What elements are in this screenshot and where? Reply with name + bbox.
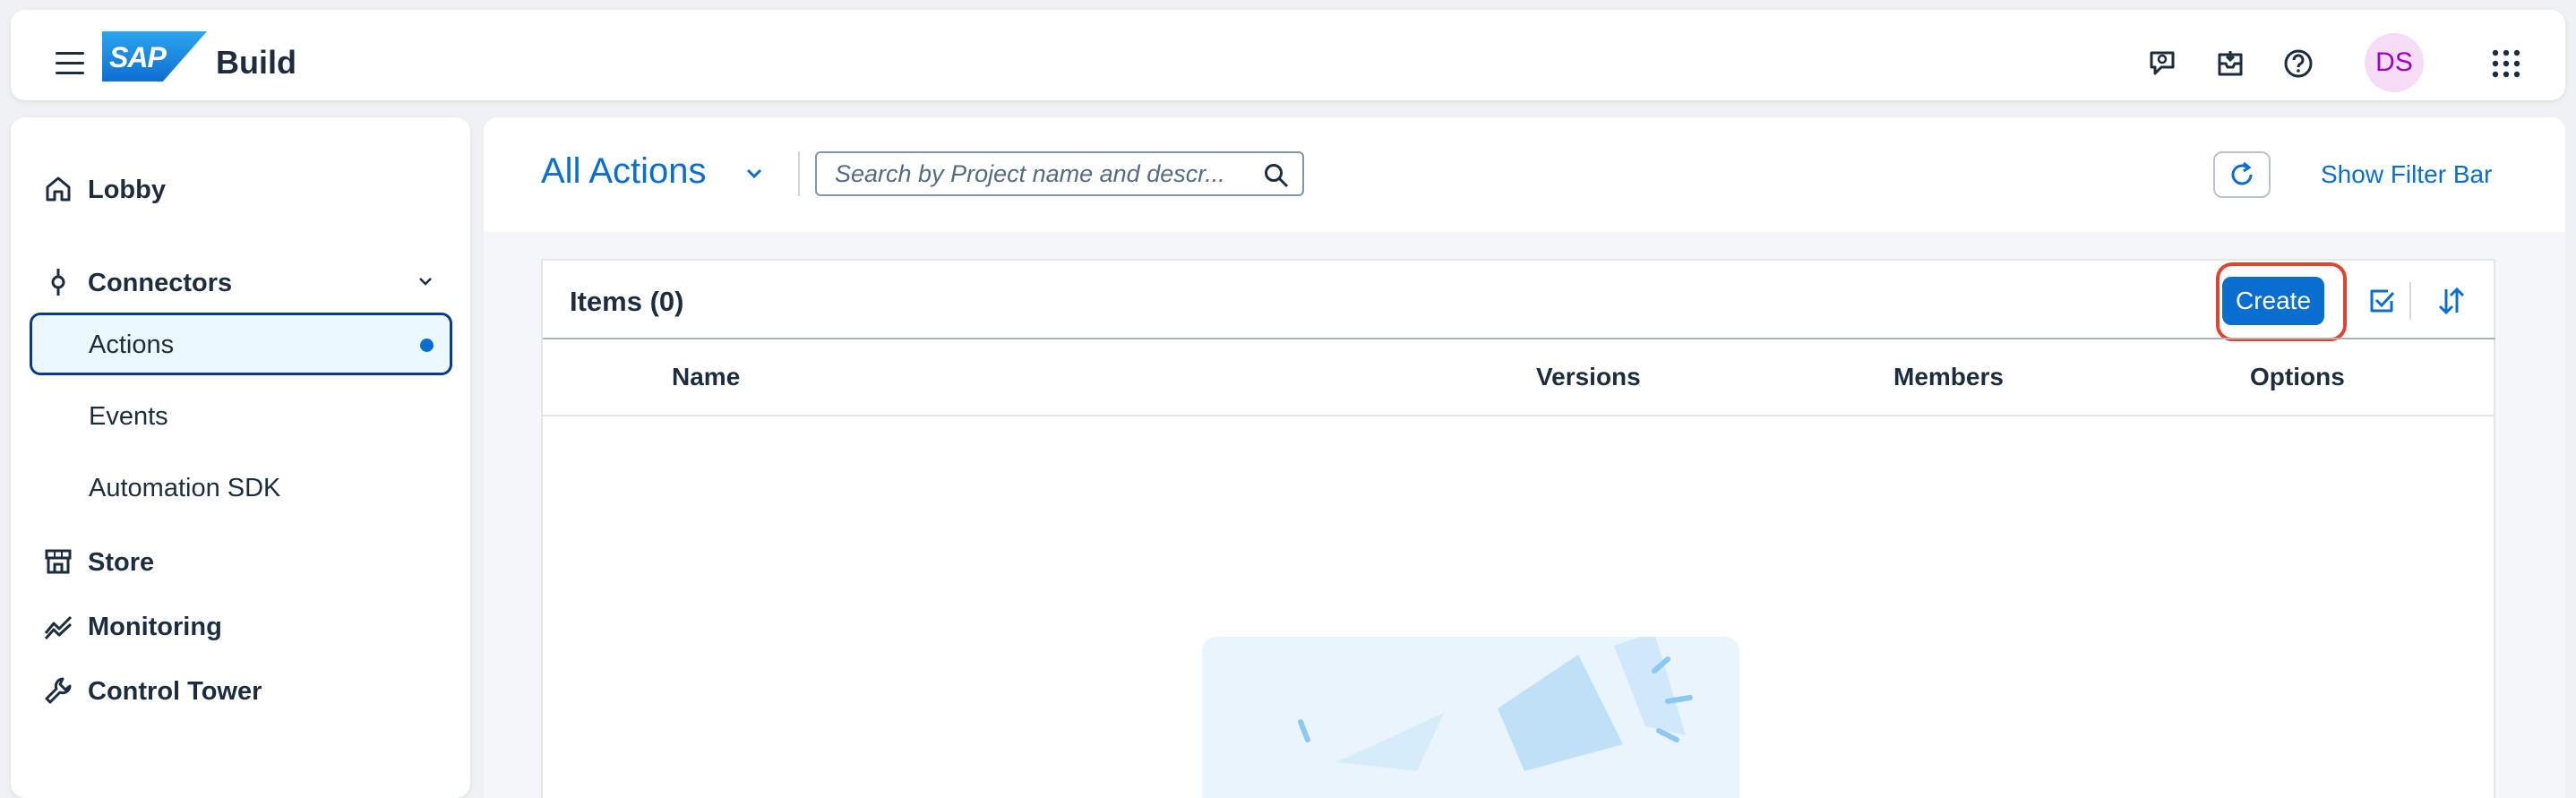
product-switch-icon[interactable] xyxy=(2490,47,2522,80)
side-navigation: Lobby Connectors Actions Events Automati… xyxy=(11,117,470,798)
shell-bar: SAP Build DS xyxy=(11,10,2565,100)
menu-icon[interactable] xyxy=(56,52,84,74)
sidebar-item-label: Store xyxy=(88,548,155,577)
refresh-icon xyxy=(2231,161,2253,185)
search-input[interactable] xyxy=(833,160,1254,187)
sidebar-item-monitoring[interactable]: Monitoring xyxy=(11,597,470,651)
sidebar-item-label: Automation SDK xyxy=(89,474,281,502)
help-icon[interactable] xyxy=(2282,47,2314,80)
chevron-down-icon[interactable] xyxy=(416,271,435,291)
main-content: All Actions Show Filter Bar Items (0) Cr… xyxy=(484,117,2565,798)
select-all-icon[interactable] xyxy=(2366,286,2397,316)
chevron-down-icon[interactable] xyxy=(743,162,766,185)
logo-text: SAP xyxy=(109,41,167,73)
page-header: All Actions Show Filter Bar xyxy=(484,117,2565,232)
sidebar-item-label: Events xyxy=(89,402,168,431)
sidebar-item-store[interactable]: Store xyxy=(11,533,470,587)
sap-logo[interactable]: SAP xyxy=(102,31,207,82)
avatar[interactable]: DS xyxy=(2365,33,2424,92)
sidebar-item-label: Monitoring xyxy=(88,613,222,641)
home-icon xyxy=(46,176,71,202)
column-header-options[interactable]: Options xyxy=(2250,363,2345,391)
sidebar-item-label: Control Tower xyxy=(88,677,262,706)
sidebar-item-automation-sdk[interactable]: Automation SDK xyxy=(11,456,470,520)
divider xyxy=(798,151,800,196)
create-button[interactable]: Create xyxy=(2222,277,2324,325)
connector-icon xyxy=(51,269,65,296)
inbox-icon[interactable] xyxy=(2214,47,2246,80)
sidebar-item-label: Actions xyxy=(89,330,175,359)
sidebar-item-connectors[interactable]: Connectors xyxy=(11,253,470,307)
search-field[interactable] xyxy=(815,151,1304,196)
sidebar-item-actions[interactable]: Actions xyxy=(30,313,452,375)
sidebar-item-events[interactable]: Events xyxy=(11,384,470,449)
column-header-versions[interactable]: Versions xyxy=(1536,363,1641,391)
app-name[interactable]: Build xyxy=(216,44,296,82)
sidebar-item-label: Lobby xyxy=(88,176,166,204)
empty-state-illustration xyxy=(1202,632,1739,798)
show-filter-bar-link[interactable]: Show Filter Bar xyxy=(2321,160,2492,189)
refresh-button[interactable] xyxy=(2213,151,2271,198)
divider xyxy=(2409,282,2411,320)
column-header-members[interactable]: Members xyxy=(1893,363,2004,391)
feedback-icon[interactable] xyxy=(2146,47,2178,80)
search-icon[interactable] xyxy=(1263,162,1290,189)
sidebar-item-label: Connectors xyxy=(88,269,233,297)
page-title[interactable]: All Actions xyxy=(541,151,707,192)
column-header-name[interactable]: Name xyxy=(672,363,740,391)
monitoring-icon xyxy=(44,615,73,640)
sidebar-item-lobby[interactable]: Lobby xyxy=(11,160,470,214)
sidebar-item-control-tower[interactable]: Control Tower xyxy=(11,662,470,716)
table-title: Items (0) xyxy=(570,286,684,317)
store-icon xyxy=(45,549,72,574)
megaphone-illustration xyxy=(1298,632,1693,771)
selected-indicator xyxy=(420,339,434,352)
wrench-icon xyxy=(45,677,72,704)
table-header-row: Name Versions Members Options xyxy=(543,338,2495,416)
sort-icon[interactable] xyxy=(2436,286,2467,316)
